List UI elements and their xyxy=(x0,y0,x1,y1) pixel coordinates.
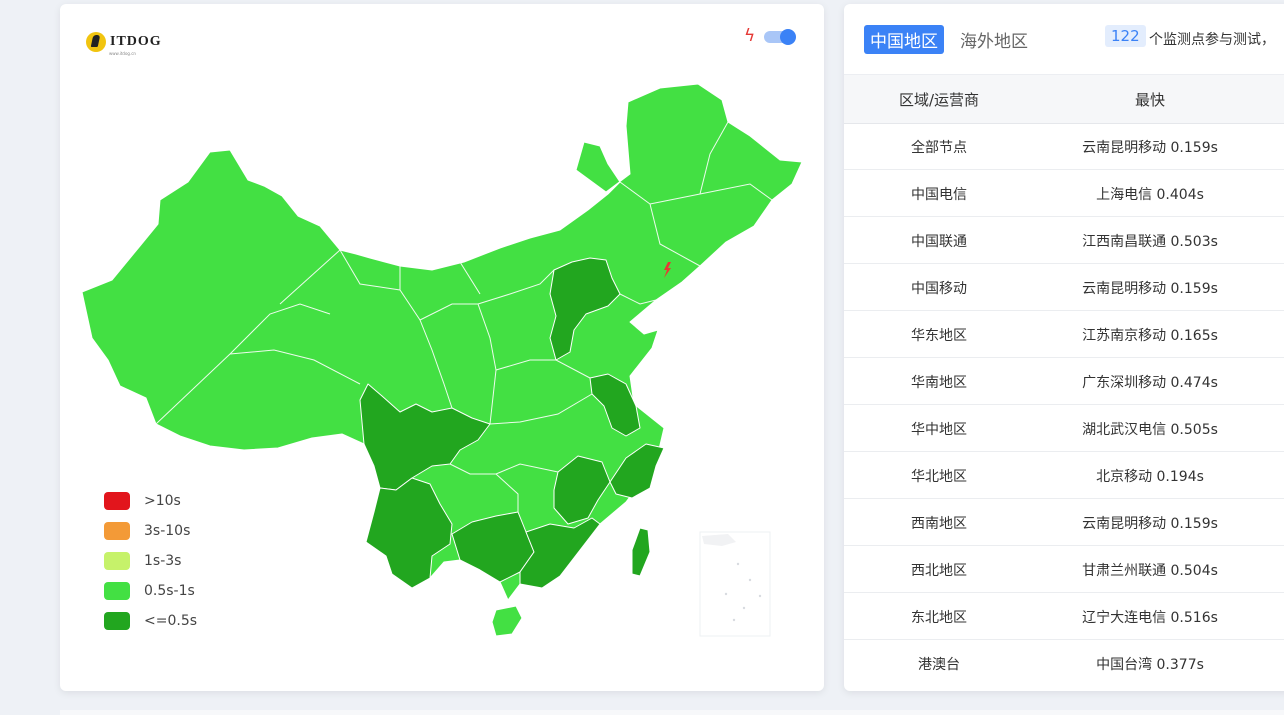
inset-coastline xyxy=(702,534,736,546)
cell-fastest: 北京移动 0.194s xyxy=(1096,469,1204,485)
table-row[interactable]: 中国移动 云南昆明移动 0.159s xyxy=(844,264,1284,311)
legend-item: 1s-3s xyxy=(104,546,197,576)
cell-fastest: 云南昆明移动 0.159s xyxy=(1082,140,1218,156)
table-row[interactable]: 港澳台 中国台湾 0.377s xyxy=(844,640,1284,686)
cell-region: 东北地区 xyxy=(911,610,967,626)
legend-label: 0.5s-1s xyxy=(144,583,195,599)
legend-swatch xyxy=(104,552,130,570)
cell-region: 港澳台 xyxy=(918,657,960,673)
cell-region: 华南地区 xyxy=(911,375,967,391)
table-row[interactable]: 华北地区 北京移动 0.194s xyxy=(844,452,1284,499)
legend-item: >10s xyxy=(104,486,197,516)
cell-fastest: 甘肃兰州联通 0.504s xyxy=(1082,563,1218,579)
table-row[interactable]: 中国联通 江西南昌联通 0.503s xyxy=(844,217,1284,264)
cell-region: 华北地区 xyxy=(911,469,967,485)
region-tabs: 中国地区 海外地区 xyxy=(864,25,1028,54)
tab-overseas[interactable]: 海外地区 xyxy=(960,27,1028,52)
cell-region: 西北地区 xyxy=(911,563,967,579)
legend-item: 0.5s-1s xyxy=(104,576,197,606)
legend-label: >10s xyxy=(144,493,181,509)
tab-china[interactable]: 中国地区 xyxy=(864,25,944,54)
legend-swatch xyxy=(104,492,130,510)
cell-fastest: 上海电信 0.404s xyxy=(1096,187,1204,203)
map-card: ITDOG www.itdog.cn ϟ >10s 3s-10s 1s-3s 0… xyxy=(60,4,824,691)
cell-region: 中国电信 xyxy=(911,187,967,203)
table-row[interactable]: 华中地区 湖北武汉电信 0.505s xyxy=(844,405,1284,452)
map-hainan xyxy=(491,605,523,637)
cell-fastest: 江西南昌联通 0.503s xyxy=(1082,234,1218,250)
cell-region: 华东地区 xyxy=(911,328,967,344)
table-row[interactable]: 西南地区 云南昆明移动 0.159s xyxy=(844,499,1284,546)
table-row[interactable]: 东北地区 辽宁大连电信 0.516s xyxy=(844,593,1284,640)
header-region: 区域/运营商 xyxy=(898,91,980,109)
map-taiwan xyxy=(631,527,651,577)
cell-region: 中国联通 xyxy=(911,234,967,250)
table-row[interactable]: 华东地区 江苏南京移动 0.165s xyxy=(844,311,1284,358)
node-count-text: 个监测点参与测试， xyxy=(1149,32,1275,48)
legend-swatch xyxy=(104,582,130,600)
cell-region: 中国移动 xyxy=(911,281,967,297)
legend-label: 1s-3s xyxy=(144,553,182,569)
header-fastest: 最快 xyxy=(1134,91,1165,109)
table-row[interactable]: 全部节点 云南昆明移动 0.159s xyxy=(844,123,1284,170)
results-table: 全部节点 云南昆明移动 0.159s 中国电信 上海电信 0.404s 中国联通 江西… xyxy=(844,123,1284,686)
cell-region: 华中地区 xyxy=(911,422,967,438)
legend-swatch xyxy=(104,612,130,630)
table-row[interactable]: 华南地区 广东深圳移动 0.474s xyxy=(844,358,1284,405)
map-legend: >10s 3s-10s 1s-3s 0.5s-1s <=0.5s xyxy=(104,486,197,636)
legend-label: <=0.5s xyxy=(144,613,198,629)
table-row[interactable]: 中国电信 上海电信 0.404s xyxy=(844,170,1284,217)
legend-swatch xyxy=(104,522,130,540)
legend-item: <=0.5s xyxy=(104,606,197,636)
results-panel: 中国地区 海外地区 122 个监测点参与测试， 区域/运营商 最快 全部节点云南… xyxy=(844,4,1284,691)
table-header: 区域/运营商 最快 xyxy=(844,74,1284,124)
cell-fastest: 辽宁大连电信 0.516s xyxy=(1082,610,1218,626)
cell-fastest: 湖北武汉电信 0.505s xyxy=(1082,422,1218,438)
cell-fastest: 云南昆明移动 0.159s xyxy=(1082,516,1218,532)
node-count-badge: 122 xyxy=(1105,25,1146,47)
cell-region: 西南地区 xyxy=(911,516,967,532)
cell-fastest: 广东深圳移动 0.474s xyxy=(1082,375,1218,391)
bottom-strip xyxy=(60,710,1284,715)
table-row[interactable]: 西北地区 甘肃兰州联通 0.504s xyxy=(844,546,1284,593)
legend-label: 3s-10s xyxy=(144,523,191,539)
cell-region: 全部节点 xyxy=(911,140,967,156)
cell-fastest: 江苏南京移动 0.165s xyxy=(1082,328,1218,344)
legend-item: 3s-10s xyxy=(104,516,197,546)
cell-fastest: 云南昆明移动 0.159s xyxy=(1082,281,1218,297)
cell-fastest: 中国台湾 0.377s xyxy=(1096,657,1204,673)
